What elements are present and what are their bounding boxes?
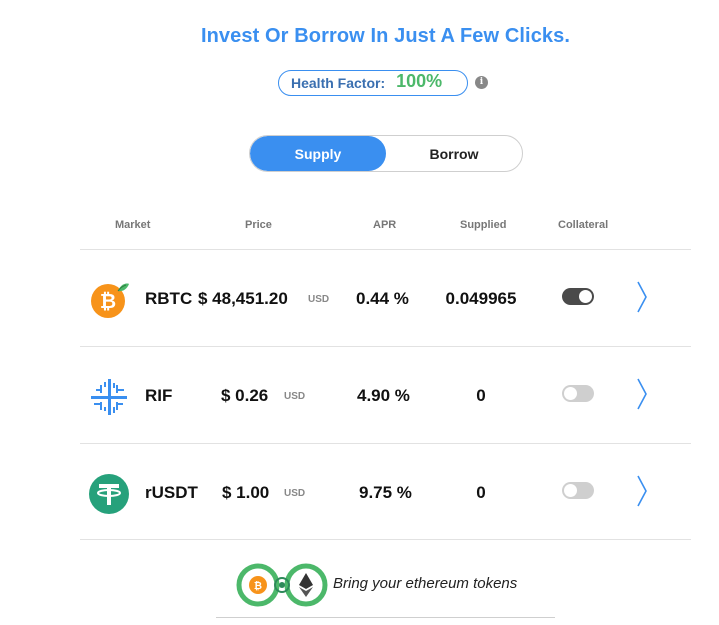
rif-icon <box>91 379 127 415</box>
column-header-price: Price <box>245 219 272 231</box>
row-divider <box>80 539 691 540</box>
table-row-rif[interactable]: RIF $ 0.26 USD 4.90 % 0 <box>80 347 691 443</box>
toggle-knob <box>564 387 577 400</box>
column-header-collateral: Collateral <box>558 219 609 231</box>
supply-borrow-toggle: Supply Borrow <box>249 135 523 172</box>
collateral-toggle[interactable] <box>562 288 594 305</box>
rbtc-icon: ₿ <box>91 283 129 318</box>
collateral-toggle[interactable] <box>562 385 594 402</box>
table-row-rusdt[interactable]: rUSDT $ 1.00 USD 9.75 % 0 <box>80 444 691 540</box>
health-factor-badge: Health Factor: 100% <box>278 70 468 96</box>
apr-value: 4.90 % <box>357 386 410 405</box>
tab-borrow[interactable]: Borrow <box>386 136 522 171</box>
svg-text:₿: ₿ <box>100 289 116 313</box>
price-value: $ 48,451.20 <box>198 289 288 308</box>
health-factor-label: Health Factor: <box>291 75 386 91</box>
supplied-value: 0 <box>476 386 486 405</box>
health-factor-value: 100% <box>396 71 443 91</box>
market-name: RBTC <box>145 289 193 308</box>
column-header-supplied: Supplied <box>460 219 507 231</box>
bridge-ethereum-link[interactable]: Bring your ethereum tokens <box>333 575 517 592</box>
chevron-right-icon[interactable] <box>635 377 649 411</box>
column-header-apr: APR <box>373 219 397 231</box>
collateral-toggle[interactable] <box>562 482 594 499</box>
market-name: RIF <box>145 386 173 405</box>
supplied-value: 0.049965 <box>445 289 517 308</box>
apr-value: 9.75 % <box>359 483 412 502</box>
token-bridge-icon[interactable]: ₿ <box>236 563 328 607</box>
chevron-right-icon[interactable] <box>635 280 649 314</box>
table-row-rbtc[interactable]: ₿ RBTC $ 48,451.20 USD 0.44 % 0.049965 <box>80 250 691 346</box>
rusdt-icon <box>89 474 129 514</box>
column-header-market: Market <box>115 219 151 231</box>
price-value: $ 0.26 <box>221 386 269 405</box>
supplied-value: 0 <box>476 483 486 502</box>
bridge-divider <box>216 617 555 618</box>
toggle-knob <box>564 484 577 497</box>
price-currency: USD <box>308 294 330 305</box>
svg-text:₿: ₿ <box>254 580 262 592</box>
toggle-knob <box>579 290 592 303</box>
apr-value: 0.44 % <box>356 289 409 308</box>
price-currency: USD <box>284 488 306 499</box>
info-icon[interactable]: i <box>475 76 488 89</box>
price-value: $ 1.00 <box>222 483 270 502</box>
chevron-right-icon[interactable] <box>635 474 649 508</box>
market-name: rUSDT <box>145 483 198 502</box>
tab-supply[interactable]: Supply <box>250 136 386 171</box>
price-currency: USD <box>284 391 306 402</box>
page-title: Invest Or Borrow In Just A Few Clicks. <box>200 25 571 47</box>
